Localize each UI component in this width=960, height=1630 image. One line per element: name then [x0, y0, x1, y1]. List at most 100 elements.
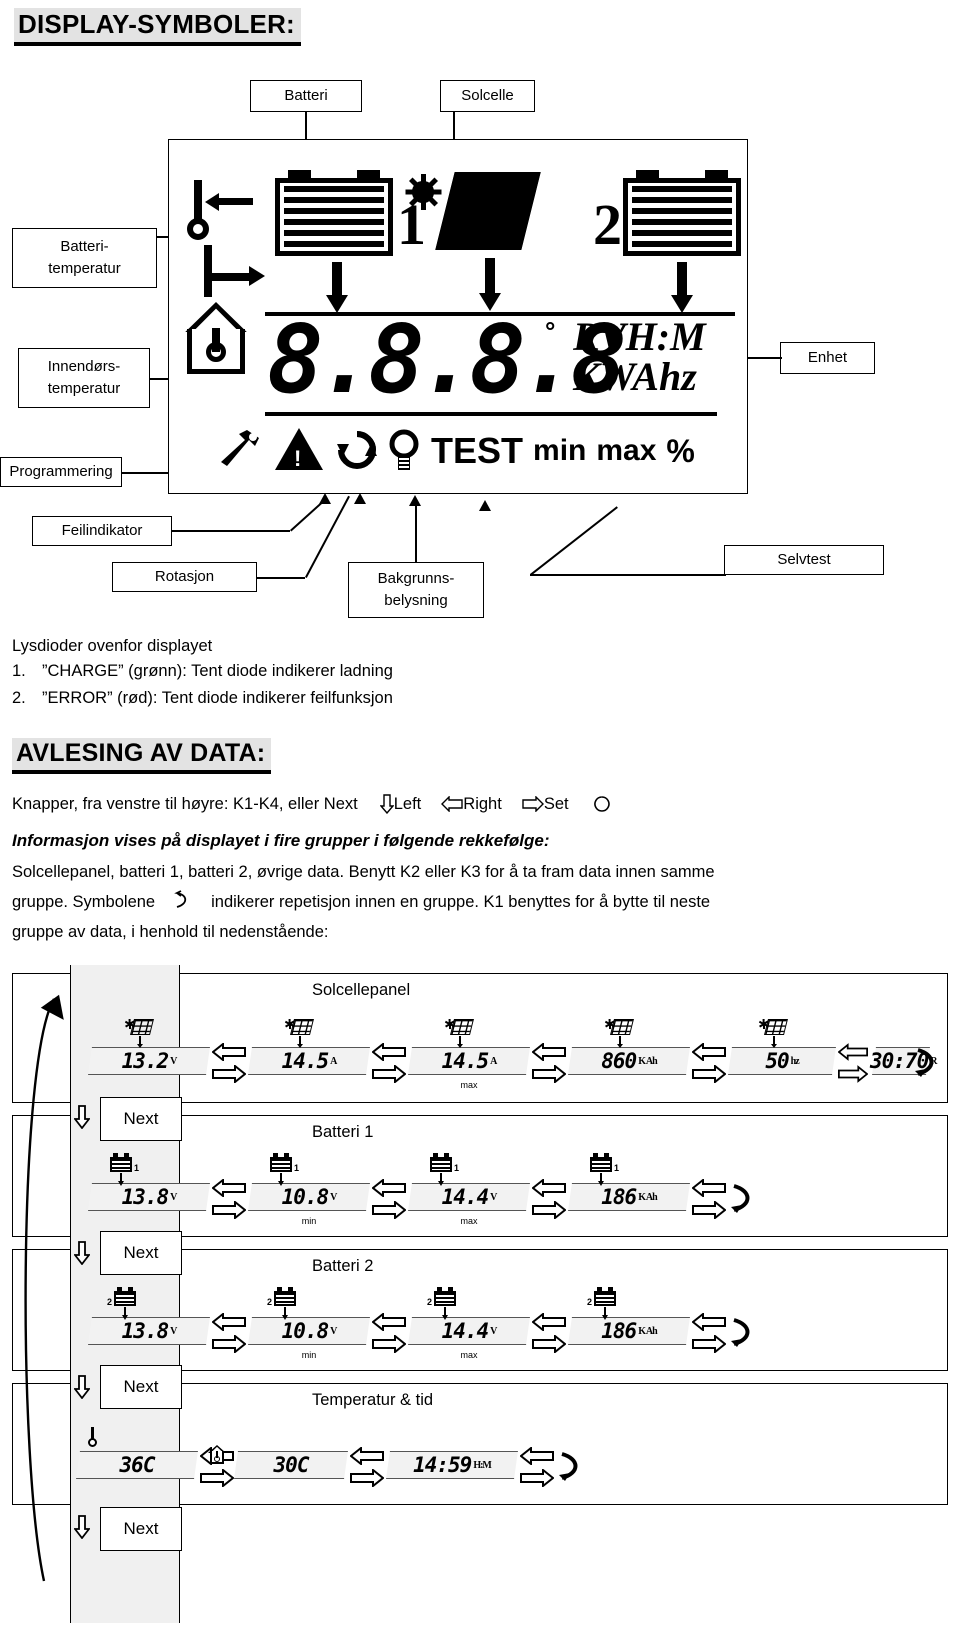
wrench-icon [217, 428, 263, 468]
nav-left-icon[interactable] [212, 1313, 246, 1331]
reading-value: 14.4 [441, 1319, 490, 1343]
warning-exclamation: ! [294, 446, 302, 471]
key-circle [593, 795, 611, 813]
callout-battery: Batteri [250, 80, 362, 112]
nav-right-icon[interactable] [372, 1065, 406, 1083]
nav-left-icon[interactable] [692, 1043, 726, 1061]
next-button-1[interactable]: Next [100, 1097, 182, 1141]
reading-value: 36C [119, 1453, 156, 1477]
nav-right-icon[interactable] [212, 1201, 246, 1219]
group-label-temp: Temperatur & tid [312, 1391, 434, 1409]
reading-minmax: max [460, 1350, 478, 1360]
next-button-3[interactable]: Next [100, 1365, 182, 1409]
callout-backlight: Bakgrunns- belysning [348, 562, 484, 618]
connector-backlight [415, 506, 417, 562]
reading-unit: K Ah [638, 1325, 657, 1337]
nav-left-icon[interactable] [372, 1043, 406, 1061]
repeat-group-icon [558, 1451, 586, 1486]
solar-icon [605, 1019, 634, 1048]
nav-left-icon[interactable] [212, 1043, 246, 1061]
nav-left-icon[interactable] [532, 1179, 566, 1197]
nav-right-icon[interactable] [212, 1335, 246, 1353]
nav-right-icon[interactable] [692, 1201, 726, 1219]
key-right: Right [441, 795, 502, 814]
reading-b1-2: 10.8 V min 1 [248, 1153, 370, 1226]
connector-selftest-d [530, 506, 618, 576]
nav-left-icon[interactable] [532, 1313, 566, 1331]
reading-unit: A [330, 1055, 337, 1067]
reading-unit: K Ah [638, 1055, 657, 1067]
lcd-panel: 1 2 8.8.8.8 ° RVH:M KWAhz ! TEST min max… [168, 139, 748, 494]
battery-2-down-line [677, 262, 687, 298]
reading-value: 10.8 [281, 1185, 330, 1209]
reading-b2-3: 14.4 V max 2 [408, 1287, 530, 1360]
indoor-thermometer-stem-icon [197, 245, 219, 297]
nav-left-icon[interactable] [692, 1179, 726, 1197]
arrow-left-hollow-icon [441, 796, 463, 812]
key-left: Left [379, 794, 421, 814]
battery-1-icon: 1 [110, 1153, 139, 1186]
reading-solar-4: 860 K Ah [568, 1019, 690, 1075]
lcd-label-test: TEST [431, 430, 524, 471]
callout-unit: Enhet [780, 342, 875, 374]
reading-b1-4: 186 K Ah 1 [568, 1153, 690, 1211]
reading-value: 14.5 [441, 1049, 490, 1073]
nav-left-icon[interactable] [372, 1313, 406, 1331]
nav-right-icon[interactable] [520, 1469, 554, 1487]
nav-left-icon[interactable] [212, 1179, 246, 1197]
nav-right-icon[interactable] [532, 1065, 566, 1083]
reading-b1-1: 13.8 V 1 [88, 1153, 210, 1211]
page-title: DISPLAY-SYMBOLER: [14, 8, 301, 46]
key-set: Set [522, 795, 569, 814]
callout-programming: Programmering [0, 457, 122, 487]
body-paragraph-3: gruppe av data, i henhold til nedenståen… [12, 923, 329, 941]
document-page: DISPLAY-SYMBOLER: Batteri Solcelle Enhet… [0, 0, 960, 1630]
circle-outline-icon [593, 796, 610, 812]
reading-solar-1: 13.2 V [88, 1019, 210, 1075]
connector-fault-h [172, 530, 290, 532]
indoor-arrowhead-icon [249, 266, 265, 286]
battery-1-icon [275, 170, 393, 256]
nav-right-icon[interactable] [212, 1065, 246, 1083]
nav-right-icon[interactable] [692, 1335, 726, 1353]
reading-value: 50 [765, 1049, 789, 1073]
lcd-degree-symbol: ° [545, 316, 556, 346]
reading-unit: V [330, 1191, 337, 1203]
callout-indoor-temperature: Innendørs- temperatur [18, 348, 150, 408]
nav-left-icon[interactable] [532, 1043, 566, 1061]
buttons-line-prefix: Knapper, fra venstre til høyre: K1-K4, e… [12, 794, 358, 813]
nav-right-icon[interactable] [372, 1335, 406, 1353]
nav-left-icon[interactable] [372, 1179, 406, 1197]
section-title-reading-data: AVLESING AV DATA: [12, 738, 272, 774]
reading-b2-4: 186 K Ah 2 [568, 1287, 690, 1345]
callout-solar-cell: Solcelle [440, 80, 535, 112]
reading-solar-2: 14.5 A [248, 1019, 370, 1075]
reading-value: 13.8 [121, 1185, 170, 1209]
nav-right-icon[interactable] [350, 1469, 384, 1487]
repeat-symbol-icon [155, 890, 211, 915]
solar-down-line [485, 258, 495, 296]
reading-unit: V [490, 1325, 497, 1337]
nav-left-icon[interactable] [520, 1447, 554, 1465]
thermometer-icon [86, 1427, 100, 1447]
battery-1-icon: 1 [270, 1153, 299, 1186]
reading-value: 13.2 [121, 1049, 170, 1073]
nav-left-icon[interactable] [692, 1313, 726, 1331]
nav-right-icon[interactable] [200, 1469, 234, 1487]
body-bold-line: Informasjon vises på displayet i fire gr… [12, 831, 550, 850]
next-button-2[interactable]: Next [100, 1231, 182, 1275]
next-button-4[interactable]: Next [100, 1507, 182, 1551]
nav-right-icon[interactable] [372, 1201, 406, 1219]
connector-selftest-h [530, 574, 726, 576]
bulb-icon [387, 428, 421, 477]
reading-unit: V [170, 1055, 177, 1067]
nav-left-icon[interactable] [350, 1447, 384, 1465]
group-label-battery2: Batteri 2 [312, 1257, 374, 1275]
battery-temp-line1: Batteri- [60, 238, 109, 256]
list-item: 2. ”ERROR” (rød): Tent diode indikerer f… [12, 689, 393, 708]
lcd-label-min: min [533, 434, 587, 467]
nav-right-icon[interactable] [532, 1335, 566, 1353]
nav-right-icon[interactable] [532, 1201, 566, 1219]
nav-right-icon[interactable] [692, 1065, 726, 1083]
arrowhead-backlight [409, 495, 421, 506]
